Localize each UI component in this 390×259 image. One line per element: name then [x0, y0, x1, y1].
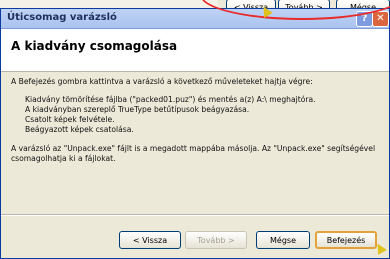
intro-text: A Befejezés gombra kattintva a varázsló …: [11, 77, 313, 86]
finish-button[interactable]: Befejezés: [315, 231, 377, 249]
next-button[interactable]: Tovább >: [185, 231, 247, 249]
action-item-linked-images: Csatolt képek felvétele.: [25, 115, 115, 124]
content-area: A Befejezés gombra kattintva a varázsló …: [11, 77, 381, 164]
back-button[interactable]: < Vissza: [119, 231, 181, 249]
note-text: A varázsló az "Unpack.exe" fájlt is a me…: [11, 144, 376, 163]
help-icon[interactable]: ?: [356, 11, 373, 27]
stage: < Vissza Tovább > Mégse Úticsomag varázs…: [0, 0, 390, 259]
title-bar: Úticsomag varázsló ? ✕: [1, 9, 389, 29]
action-item-embedded-images: Beágyazott képek csatolása.: [25, 125, 134, 134]
cancel-button[interactable]: Mégse: [256, 231, 310, 249]
wizard-window: Úticsomag varázsló ? ✕ A kiadvány csomag…: [0, 8, 390, 259]
action-item-embed-fonts: A kiadványban szereplő TrueType betűtípu…: [25, 105, 250, 114]
window-title: Úticsomag varázsló: [7, 12, 117, 23]
footer-divider: [1, 214, 389, 216]
header-band: A kiadvány csomagolása: [1, 29, 389, 72]
action-list: Kiadvány tömörítése fájlba ("packed01.pu…: [25, 95, 381, 135]
action-item-compress: Kiadvány tömörítése fájlba ("packed01.pu…: [25, 95, 316, 104]
close-icon[interactable]: ✕: [372, 11, 389, 27]
page-heading: A kiadvány csomagolása: [11, 39, 178, 53]
